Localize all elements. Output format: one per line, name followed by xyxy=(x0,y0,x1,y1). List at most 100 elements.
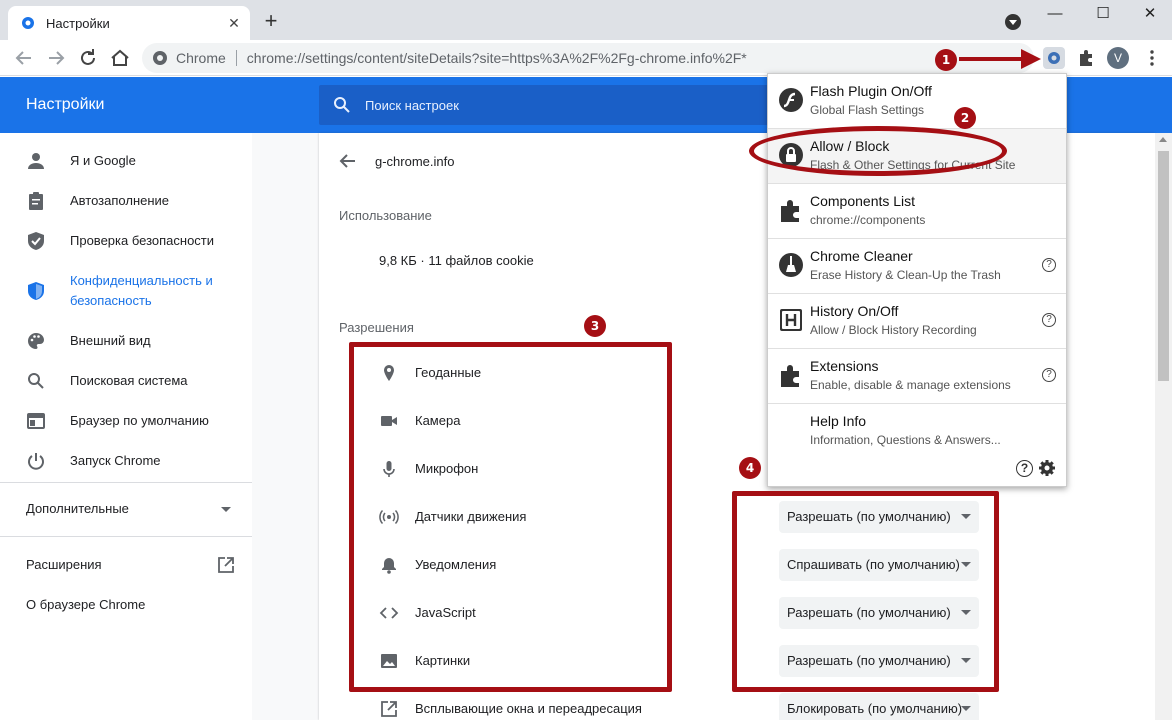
sidebar-advanced-label: Дополнительные xyxy=(26,501,129,516)
annotation-number: 2 xyxy=(954,107,976,129)
power-icon xyxy=(28,453,44,470)
sidebar-item-label: Запуск Chrome xyxy=(70,453,161,468)
permission-select-notifications[interactable]: Блокировать (по умолчанию) xyxy=(779,693,979,720)
profile-avatar[interactable]: V xyxy=(1107,47,1129,69)
back-icon[interactable] xyxy=(12,46,36,70)
sidebar-item-about[interactable]: О браузере Chrome xyxy=(0,595,252,615)
popup-item-subtitle: Erase History & Clean-Up the Trash xyxy=(810,268,1001,282)
open-in-new-icon xyxy=(218,557,234,573)
popup-item-subtitle: Allow / Block History Recording xyxy=(810,323,977,337)
help-icon[interactable]: ? xyxy=(1042,313,1056,327)
sidebar-advanced-toggle[interactable]: Дополнительные xyxy=(0,499,252,519)
popup-item-title: Flash Plugin On/Off xyxy=(810,83,932,99)
sidebar-divider xyxy=(0,482,252,483)
address-bar[interactable]: Chrome chrome://settings/content/siteDet… xyxy=(142,43,1034,73)
sidebar-about-label: О браузере Chrome xyxy=(26,597,146,612)
annotation-number: 4 xyxy=(739,457,761,479)
popup-item-title: Extensions xyxy=(810,358,879,374)
palette-icon xyxy=(28,333,44,349)
extensions-puzzle-icon[interactable] xyxy=(1074,46,1098,70)
sidebar-item-label: Внешний вид xyxy=(70,333,151,348)
search-placeholder: Поиск настроек xyxy=(365,97,459,113)
shield-check-icon xyxy=(28,232,44,250)
permission-label: Всплывающие окна и переадресация xyxy=(415,701,642,716)
extension-gear-icon[interactable] xyxy=(1042,46,1066,70)
sidebar-item-appearance[interactable]: Внешний вид xyxy=(0,331,252,351)
sidebar-item-label: Автозаполнение xyxy=(70,193,170,208)
search-icon xyxy=(28,373,44,389)
sidebar-item-search-engine[interactable]: Поисковая система xyxy=(0,371,252,391)
select-value: Блокировать (по умолчанию) xyxy=(787,701,963,716)
annotation-box xyxy=(349,342,672,692)
forward-icon[interactable] xyxy=(44,46,68,70)
page-scrollbar[interactable] xyxy=(1155,133,1172,720)
chevron-down-icon xyxy=(221,507,231,512)
popup-item-title: Components List xyxy=(810,193,916,209)
popup-item-subtitle: Information, Questions & Answers... xyxy=(810,433,1001,447)
person-icon xyxy=(28,153,44,169)
settings-search-input[interactable]: Поиск настроек xyxy=(319,85,769,125)
history-h-icon xyxy=(780,309,802,331)
sidebar-item-label: Я и Google xyxy=(70,153,136,168)
maximize-button[interactable]: ☐ xyxy=(1091,4,1115,24)
back-arrow-icon[interactable] xyxy=(339,152,357,170)
close-window-button[interactable]: ✕ xyxy=(1138,4,1162,24)
home-icon[interactable] xyxy=(108,46,132,70)
sidebar-item-extensions[interactable]: Расширения xyxy=(0,555,252,575)
popup-item-subtitle: chrome://components xyxy=(810,213,926,227)
tab-title: Настройки xyxy=(46,15,110,31)
sidebar-item-safety-check[interactable]: Проверка безопасности xyxy=(0,231,252,251)
usage-heading: Использование xyxy=(339,208,432,223)
settings-sidebar: Я и Google Автозаполнение Проверка безоп… xyxy=(0,133,252,720)
minimize-button[interactable]: — xyxy=(1043,4,1067,24)
annotation-ellipse xyxy=(749,126,1007,176)
popup-item-chrome-cleaner[interactable]: Chrome Cleaner Erase History & Clean-Up … xyxy=(768,239,1066,294)
popup-item-flash[interactable]: Flash Plugin On/Off Global Flash Setting… xyxy=(768,74,1066,129)
sidebar-item-label: Поисковая система xyxy=(70,373,188,388)
flash-icon xyxy=(779,88,803,112)
close-tab-icon[interactable]: ✕ xyxy=(226,15,242,31)
puzzle-icon xyxy=(781,365,799,387)
popup-item-title: Help Info xyxy=(810,413,867,429)
site-title: g-chrome.info xyxy=(375,154,455,169)
permission-row-popups: Всплывающие окна и переадресация xyxy=(379,697,679,720)
clipboard-icon xyxy=(29,192,43,210)
scrollbar-thumb[interactable] xyxy=(1158,151,1169,381)
chrome-site-icon xyxy=(153,51,167,65)
sidebar-item-autofill[interactable]: Автозаполнение xyxy=(0,191,252,211)
popup-item-help-info[interactable]: Help Info Information, Questions & Answe… xyxy=(768,404,1066,459)
puzzle-icon xyxy=(781,200,799,222)
sidebar-item-you-and-google[interactable]: Я и Google xyxy=(0,151,252,171)
new-tab-button[interactable]: + xyxy=(260,10,282,32)
sidebar-item-default-browser[interactable]: Браузер по умолчанию xyxy=(0,411,252,431)
url-text[interactable]: chrome://settings/content/siteDetails?si… xyxy=(247,50,747,66)
tab-search-icon[interactable] xyxy=(1005,14,1021,30)
popup-item-subtitle: Enable, disable & manage extensions xyxy=(810,378,1011,392)
popup-item-components[interactable]: Components List chrome://components xyxy=(768,184,1066,239)
annotation-box xyxy=(732,491,999,692)
sidebar-item-on-startup[interactable]: Запуск Chrome xyxy=(0,451,252,471)
tab-strip: Настройки ✕ + — ☐ ✕ xyxy=(0,0,1172,40)
sidebar-item-label: Конфиденциальность и безопасность xyxy=(70,273,213,308)
gear-icon[interactable] xyxy=(1038,459,1056,477)
sidebar-extensions-label: Расширения xyxy=(26,557,102,572)
settings-title: Настройки xyxy=(26,96,105,113)
help-circle-icon[interactable]: ? xyxy=(1016,460,1033,477)
popup-item-history[interactable]: History On/Off Allow / Block History Rec… xyxy=(768,294,1066,349)
sidebar-item-label: Проверка безопасности xyxy=(70,233,215,248)
omnibox-chip: Chrome xyxy=(176,50,237,66)
search-icon xyxy=(334,97,350,113)
tab-settings[interactable]: Настройки ✕ xyxy=(8,6,250,40)
menu-kebab-icon[interactable] xyxy=(1142,48,1162,68)
scroll-up-icon[interactable] xyxy=(1159,137,1167,142)
help-icon[interactable]: ? xyxy=(1042,368,1056,382)
popup-item-extensions[interactable]: Extensions Enable, disable & manage exte… xyxy=(768,349,1066,404)
popup-item-title: History On/Off xyxy=(810,303,899,319)
sidebar-item-privacy[interactable]: Конфиденциальность и безопасность xyxy=(0,271,252,311)
reload-icon[interactable] xyxy=(76,46,100,70)
browser-icon xyxy=(27,413,45,429)
help-icon[interactable]: ? xyxy=(1042,258,1056,272)
annotation-arrow xyxy=(959,49,1041,69)
settings-gear-icon xyxy=(22,17,34,29)
usage-value: 9,8 КБ · 11 файлов cookie xyxy=(379,253,534,268)
